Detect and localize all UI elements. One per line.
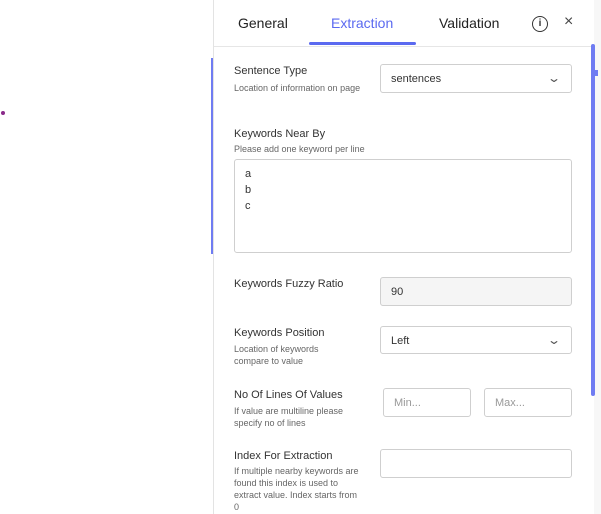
sentence-type-select[interactable]: sentences ⌄ — [380, 64, 572, 93]
properties-panel: General Extraction Validation i × Senten… — [213, 0, 595, 514]
sentence-type-label: Sentence Type — [234, 65, 308, 77]
keywords-fuzzy-ratio-value: 90 — [391, 286, 404, 298]
index-for-extraction-help: If multiple nearby keywords are found th… — [234, 466, 359, 512]
keywords-fuzzy-ratio-label: Keywords Fuzzy Ratio — [234, 278, 344, 290]
keywords-position-select[interactable]: Left ⌄ — [380, 326, 572, 354]
panel-scroll-track — [594, 0, 601, 514]
index-for-extraction-input[interactable] — [380, 449, 572, 478]
tab-extraction[interactable]: Extraction — [331, 15, 393, 31]
stray-dot — [1, 111, 5, 115]
no-of-lines-help: If value are multiline please specify no… — [234, 406, 344, 428]
sentence-type-value: sentences — [391, 73, 442, 85]
chevron-down-icon: ⌄ — [546, 71, 562, 85]
keyword-line: c — [245, 200, 251, 212]
tab-bar: General Extraction Validation i × — [214, 0, 595, 47]
keywords-position-label: Keywords Position — [234, 327, 325, 339]
keyword-line: b — [245, 184, 252, 196]
keywords-near-by-help: Please add one keyword per line — [234, 144, 365, 154]
keywords-near-by-label: Keywords Near By — [234, 128, 326, 140]
keywords-position-help: Location of keywords compare to value — [234, 344, 319, 366]
close-icon[interactable]: × — [564, 13, 573, 31]
active-tab-indicator — [309, 42, 416, 45]
keyword-line: a — [245, 168, 252, 180]
max-lines-placeholder: Max... — [495, 397, 525, 409]
info-icon[interactable]: i — [532, 16, 548, 32]
tab-validation[interactable]: Validation — [439, 15, 499, 31]
scroll-marker — [595, 70, 598, 76]
chevron-down-icon: ⌄ — [546, 333, 562, 347]
keywords-near-by-textarea[interactable]: a b c — [234, 159, 572, 253]
index-for-extraction-label: Index For Extraction — [234, 450, 333, 462]
keywords-fuzzy-ratio-input[interactable]: 90 — [380, 277, 572, 306]
max-lines-input[interactable]: Max... — [484, 388, 572, 417]
scrollbar-thumb[interactable] — [591, 44, 595, 396]
min-lines-placeholder: Min... — [394, 397, 421, 409]
sentence-type-help: Location of information on page — [234, 83, 361, 93]
keywords-position-value: Left — [391, 335, 410, 347]
tab-general[interactable]: General — [238, 15, 288, 31]
no-of-lines-label: No Of Lines Of Values — [234, 389, 343, 401]
min-lines-input[interactable]: Min... — [383, 388, 471, 417]
